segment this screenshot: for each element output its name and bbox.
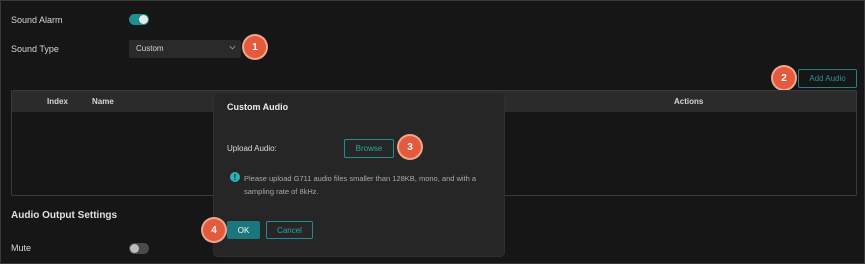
step-badge-2: 2 [773, 67, 795, 89]
toggle-knob [130, 244, 139, 253]
header-index: Index [47, 97, 68, 106]
dialog-title: Custom Audio [227, 102, 289, 112]
browse-button[interactable]: Browse [344, 139, 394, 158]
info-icon: ! [230, 172, 240, 182]
cancel-button[interactable]: Cancel [266, 221, 313, 239]
upload-audio-colon: : [274, 144, 277, 153]
step-badge-1: 1 [244, 36, 266, 58]
add-audio-button[interactable]: Add Audio [798, 69, 857, 88]
sound-type-label: Sound Type [11, 44, 59, 54]
step-badge-3: 3 [399, 136, 421, 158]
step-badge-4: 4 [203, 219, 225, 241]
custom-audio-dialog: Custom Audio Upload Audio: Browse 3 ! Pl… [214, 93, 504, 256]
header-name: Name [92, 97, 114, 106]
mute-toggle[interactable] [129, 243, 149, 254]
upload-audio-text: Upload Audio [227, 144, 275, 153]
ok-button[interactable]: OK [227, 221, 260, 239]
sound-type-select[interactable]: Custom [129, 40, 241, 58]
upload-hint: Please upload G711 audio files smaller t… [244, 174, 477, 196]
header-actions: Actions [674, 97, 704, 106]
mute-label: Mute [11, 243, 32, 253]
sound-alarm-toggle[interactable] [129, 14, 149, 25]
sound-type-value: Custom [136, 44, 164, 53]
upload-audio-label: Upload Audio: [227, 144, 277, 153]
chevron-down-icon [229, 45, 236, 50]
toggle-knob [139, 15, 148, 24]
sound-alarm-label: Sound Alarm [11, 15, 63, 25]
audio-output-title: Audio Output Settings [11, 210, 118, 221]
